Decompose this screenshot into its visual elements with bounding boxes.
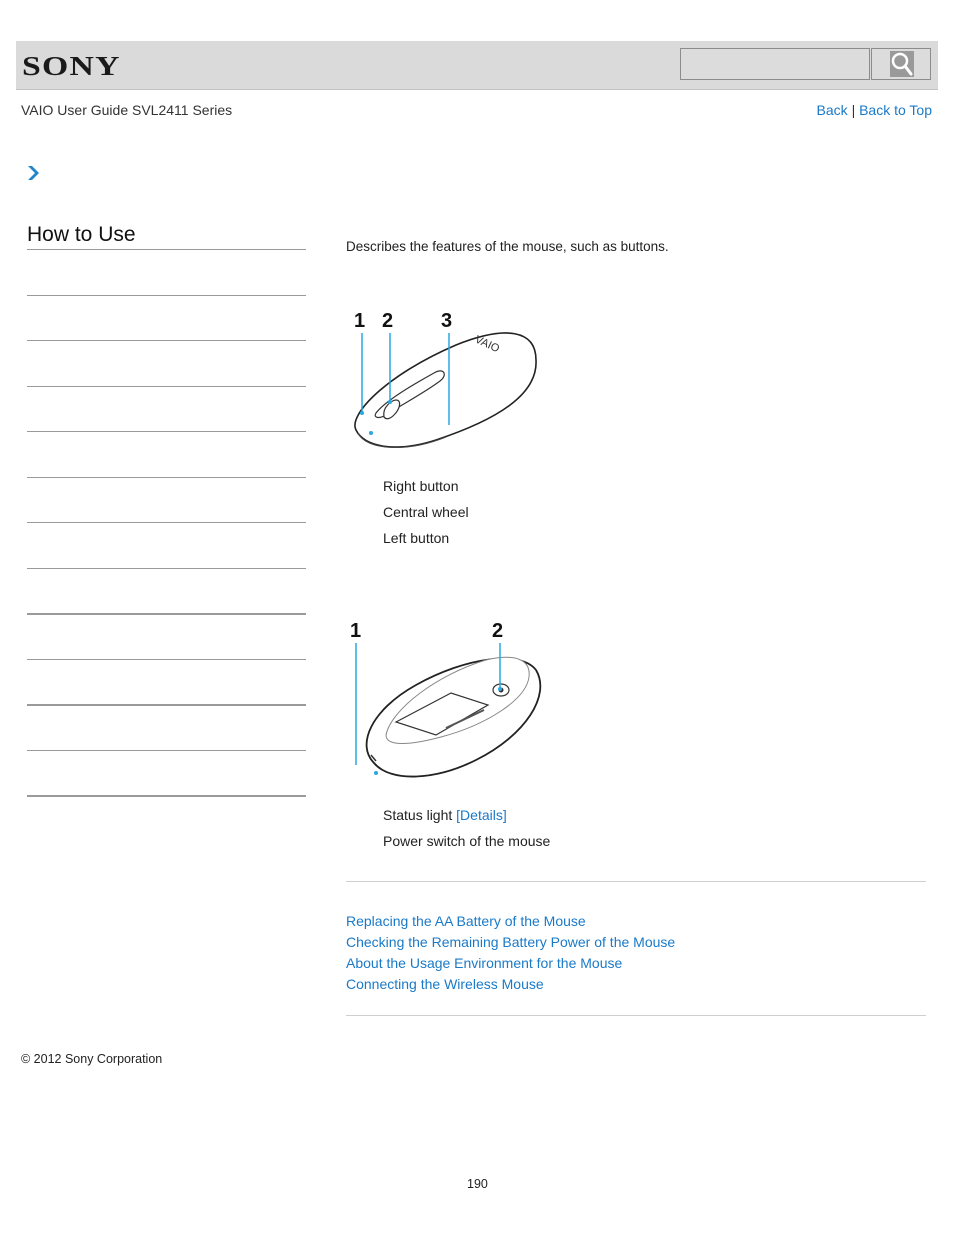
- sidebar-item-8[interactable]: [27, 613, 306, 615]
- sidebar-item-3[interactable]: [27, 386, 306, 387]
- page-number: 190: [467, 1177, 488, 1191]
- chevron-right-icon[interactable]: [27, 164, 41, 182]
- search-input[interactable]: [680, 48, 870, 80]
- part-status-light: Status light [Details]: [383, 802, 550, 828]
- related-links: Replacing the AA Battery of the Mouse Ch…: [346, 911, 675, 995]
- part-power-switch: Power switch of the mouse: [383, 833, 551, 849]
- magnifier-icon: [890, 51, 914, 77]
- part-central-wheel: Central wheel: [383, 504, 469, 520]
- divider-bottom: [346, 1015, 926, 1016]
- sidebar-item-2[interactable]: [27, 340, 306, 341]
- status-light-details-link[interactable]: [Details]: [456, 807, 507, 823]
- back-to-top-link[interactable]: Back to Top: [859, 102, 932, 118]
- related-link-usage-environment[interactable]: About the Usage Environment for the Mous…: [346, 953, 675, 974]
- callout-1-bottom: 1: [350, 620, 361, 642]
- nav-separator: |: [851, 102, 856, 118]
- sidebar-item-11[interactable]: [27, 750, 306, 751]
- header-bar: SONY: [16, 41, 938, 90]
- sidebar-item-5[interactable]: [27, 477, 306, 478]
- callout-1: 1: [354, 310, 365, 332]
- copyright: © 2012 Sony Corporation: [21, 1052, 163, 1066]
- part-left-button: Left button: [383, 530, 450, 546]
- sidebar-title: How to Use: [27, 222, 306, 250]
- related-link-replacing-battery[interactable]: Replacing the AA Battery of the Mouse: [346, 911, 675, 932]
- guide-title: VAIO User Guide SVL2411 Series: [21, 102, 233, 118]
- intro-text: Describes the features of the mouse, suc…: [346, 239, 669, 254]
- sidebar-item-6[interactable]: [27, 522, 306, 523]
- top-view-parts-list: Right button Central wheel Left button: [383, 473, 469, 551]
- top-nav: Back | Back to Top: [817, 102, 932, 118]
- related-link-connecting-mouse[interactable]: Connecting the Wireless Mouse: [346, 974, 675, 995]
- divider-top: [346, 881, 926, 882]
- status-light-label: Status light: [383, 807, 453, 823]
- sidebar-item-1[interactable]: [27, 295, 306, 296]
- sidebar-item-7[interactable]: [27, 568, 306, 569]
- callout-3: 3: [441, 310, 452, 332]
- related-link-checking-battery[interactable]: Checking the Remaining Battery Power of …: [346, 932, 675, 953]
- mouse-top-view-figure: 1 2 3 VAIO: [346, 305, 546, 470]
- bottom-view-parts-list: Status light [Details] Power switch of t…: [383, 802, 550, 854]
- callout-2: 2: [382, 310, 393, 332]
- mouse-bottom-view-figure: 1 2: [346, 615, 556, 795]
- sidebar-item-9[interactable]: [27, 659, 306, 660]
- callout-2-bottom: 2: [492, 620, 503, 642]
- sidebar-item-10[interactable]: [27, 704, 306, 706]
- sidebar-item-12[interactable]: [27, 795, 306, 797]
- sidebar-item-4[interactable]: [27, 431, 306, 432]
- part-right-button: Right button: [383, 478, 459, 494]
- search-button[interactable]: [871, 48, 931, 80]
- sony-logo: SONY: [22, 51, 121, 81]
- back-link[interactable]: Back: [817, 102, 848, 118]
